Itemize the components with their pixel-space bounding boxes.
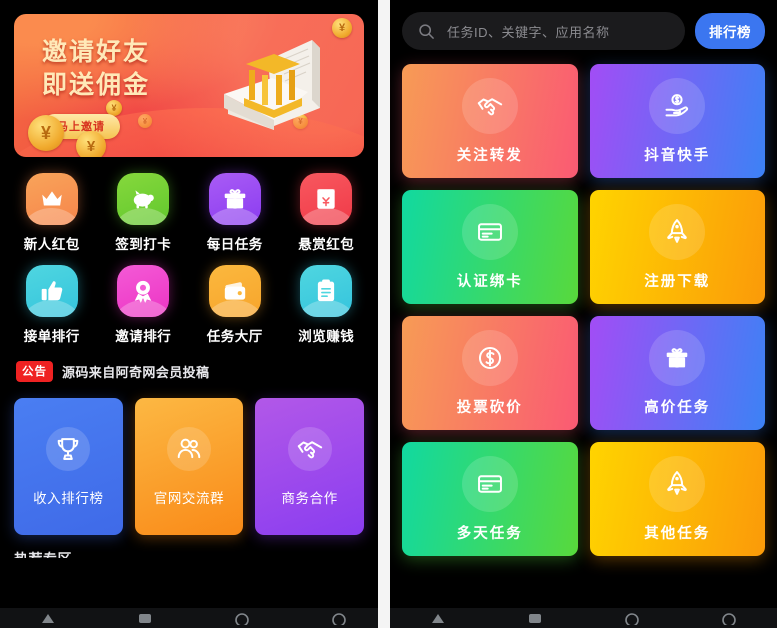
quick-icon-label: 新人红包 [23, 237, 80, 252]
left-screen: ¥ ¥ ¥ ¥ ¥ ¥ 邀请好友 即送佣金 马上邀请 新人红包 签到打卡 每日任务 悬… [0, 0, 378, 608]
back-icon[interactable] [40, 612, 56, 625]
banner-illustration [200, 28, 350, 146]
quick-icon-label: 悬赏红包 [298, 237, 355, 252]
system-nav-bar-right [390, 608, 777, 628]
quick-icon-item[interactable]: 任务大厅 [189, 265, 281, 345]
dollar-icon [461, 329, 518, 386]
right-screen: 任务ID、关键字、应用名称 排行榜 关注转发 抖音快手认证绑卡 注册下载投票砍价 高价… [390, 0, 777, 608]
card-icon [461, 455, 518, 512]
quick-icon-label: 每日任务 [206, 237, 263, 252]
category-card-label: 多天任务 [456, 525, 523, 542]
invite-banner[interactable]: ¥ ¥ ¥ ¥ ¥ ¥ 邀请好友 即送佣金 马上邀请 [14, 14, 364, 157]
system-nav-bar-left [0, 608, 378, 628]
search-placeholder: 任务ID、关键字、应用名称 [447, 24, 610, 40]
recents-icon[interactable] [624, 612, 640, 625]
category-card-label: 高价任务 [644, 399, 711, 416]
hand-coin-icon [649, 77, 706, 134]
category-grid: 关注转发 抖音快手认证绑卡 注册下载投票砍价 高价任务多天任务 其他任务 [402, 64, 765, 556]
category-card-label: 其他任务 [644, 525, 711, 542]
quick-icon-label: 邀请排行 [115, 329, 172, 344]
banner-headline-2: 即送佣金 [42, 71, 151, 100]
banner-headline-1: 邀请好友 [42, 38, 151, 66]
quick-icon-label: 签到打卡 [115, 237, 172, 252]
quick-icon-item[interactable]: 新人红包 [6, 173, 98, 253]
category-card[interactable]: 关注转发 [402, 64, 578, 178]
home-icon[interactable] [527, 612, 543, 625]
card-icon [461, 203, 518, 260]
quick-icon-item[interactable]: 悬赏红包 [281, 173, 373, 253]
category-card-label: 关注转发 [456, 147, 523, 164]
quick-icon-item[interactable]: 接单排行 [6, 265, 98, 345]
category-card[interactable]: 投票砍价 [402, 316, 578, 430]
recents-icon[interactable] [721, 612, 737, 625]
left-phone-panel: ¥ ¥ ¥ ¥ ¥ ¥ 邀请好友 即送佣金 马上邀请 新人红包 签到打卡 每日任务 悬… [0, 0, 378, 628]
search-input[interactable]: 任务ID、关键字、应用名称 [402, 12, 685, 50]
category-card[interactable]: 注册下载 [589, 190, 765, 304]
category-card[interactable]: 高价任务 [589, 316, 765, 430]
quick-icon-grid: 新人红包 签到打卡 每日任务 悬赏红包接单排行 邀请排行 任务大厅 浏览赚钱 [6, 173, 372, 345]
quick-icon-label: 浏览赚钱 [298, 329, 355, 344]
promo-card[interactable]: 官网交流群 [134, 398, 244, 535]
announcement-badge: 公告 [16, 361, 53, 382]
right-phone-panel: 任务ID、关键字、应用名称 排行榜 关注转发 抖音快手认证绑卡 注册下载投票砍价 高价… [390, 0, 777, 628]
quick-icon-item[interactable]: 每日任务 [189, 173, 281, 253]
gift-icon [208, 173, 261, 225]
back-icon[interactable] [430, 612, 446, 625]
category-card[interactable]: 认证绑卡 [402, 190, 578, 304]
coin-icon: ¥ [76, 131, 106, 157]
category-card-label: 注册下载 [644, 273, 711, 290]
people-icon [166, 426, 211, 471]
quick-icon-item[interactable]: 签到打卡 [98, 173, 190, 253]
search-bar: 任务ID、关键字、应用名称 排行榜 [402, 12, 765, 50]
crown-icon [25, 173, 78, 225]
medal-icon [117, 265, 170, 317]
trophy-icon [46, 426, 91, 471]
promo-card-label: 官网交流群 [153, 490, 225, 506]
home-icon[interactable] [137, 612, 153, 625]
category-card-label: 抖音快手 [644, 147, 711, 164]
promo-card-label: 收入排行榜 [33, 490, 104, 506]
handshake-icon [287, 426, 332, 471]
piggy-icon [117, 173, 170, 225]
promo-card-row: 收入排行榜 官网交流群 商务合作 [14, 398, 364, 535]
clipboard-icon [300, 265, 353, 317]
coin-icon: ¥ [28, 115, 64, 151]
category-card-label: 投票砍价 [456, 399, 523, 416]
ranking-button[interactable]: 排行榜 [695, 13, 765, 49]
promo-card[interactable]: 商务合作 [255, 398, 364, 535]
quick-icon-item[interactable]: 邀请排行 [98, 265, 190, 345]
quick-icon-label: 接单排行 [23, 329, 80, 344]
redpacket-icon [300, 173, 353, 225]
thumb-icon [25, 265, 78, 317]
wallet-icon [208, 265, 261, 317]
gift-icon [649, 329, 706, 386]
quick-icon-label: 任务大厅 [206, 329, 263, 344]
screenshot-stage: ¥ ¥ ¥ ¥ ¥ ¥ 邀请好友 即送佣金 马上邀请 新人红包 签到打卡 每日任务 悬… [0, 0, 777, 628]
category-card-label: 认证绑卡 [456, 273, 523, 290]
rocket-icon [649, 203, 706, 260]
search-icon [419, 23, 434, 39]
announcement-bar[interactable]: 公告 源码来自阿奇网会员投稿 [16, 361, 378, 382]
section-title: 热荐专区 [14, 549, 378, 558]
recents-icon[interactable] [331, 612, 347, 625]
category-card[interactable]: 抖音快手 [589, 64, 765, 178]
panel-divider [378, 0, 390, 628]
quick-icon-item[interactable]: 浏览赚钱 [281, 265, 373, 345]
promo-card[interactable]: 收入排行榜 [14, 398, 123, 535]
announcement-text: 源码来自阿奇网会员投稿 [62, 365, 210, 380]
promo-card-label: 商务合作 [281, 490, 338, 506]
category-card[interactable]: 多天任务 [402, 442, 578, 556]
category-card[interactable]: 其他任务 [589, 442, 765, 556]
recents-icon[interactable] [234, 612, 250, 625]
rocket-icon [649, 455, 706, 512]
handshake-icon [461, 77, 518, 134]
